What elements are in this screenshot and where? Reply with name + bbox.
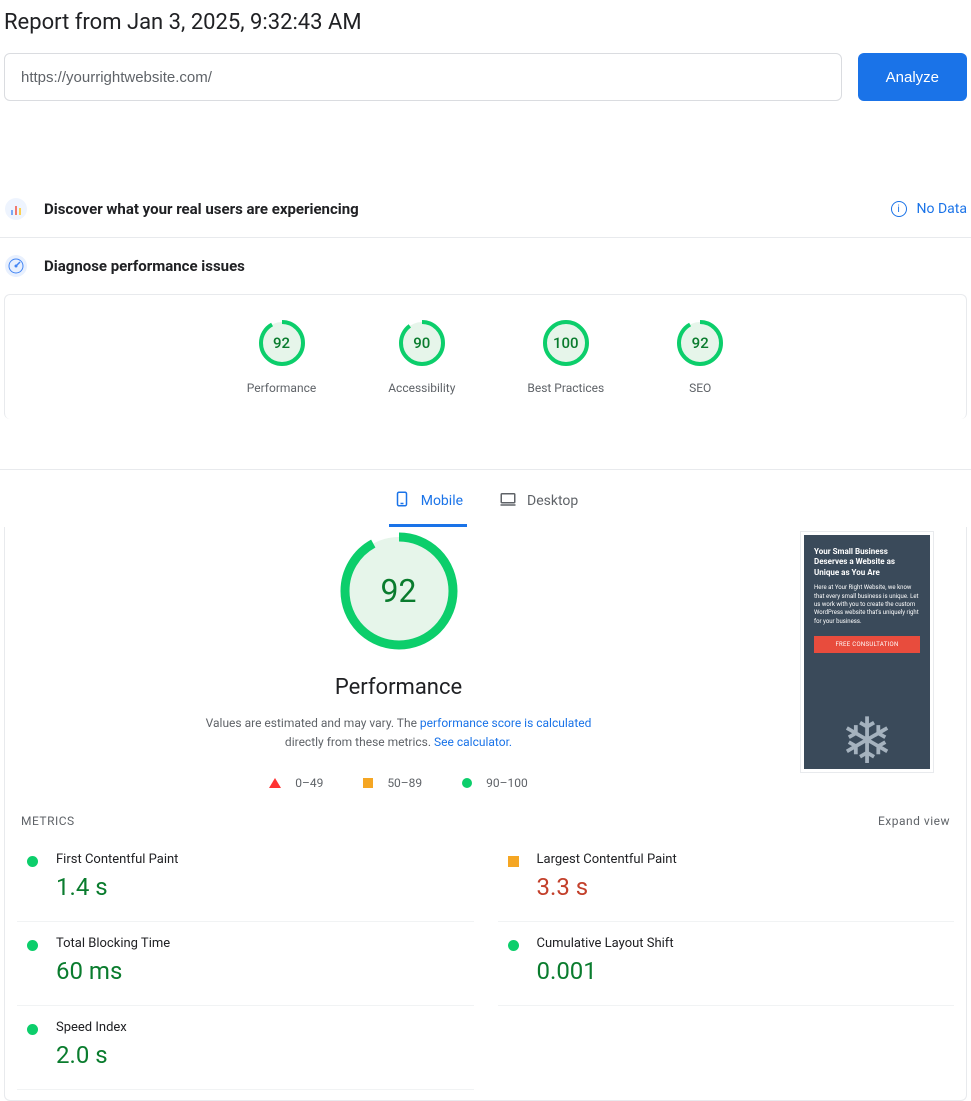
metric-value: 2.0 s [56, 1041, 127, 1069]
metric-value: 60 ms [56, 957, 170, 985]
performance-detail: 92 Performance Values are estimated and … [4, 527, 967, 1101]
gauge-best-practices[interactable]: 100 Best Practices [527, 319, 604, 395]
status-dot [27, 940, 38, 951]
diagnose-icon [4, 254, 28, 278]
status-dot [508, 940, 519, 951]
mobile-icon [393, 490, 411, 512]
tab-mobile[interactable]: Mobile [389, 484, 467, 527]
status-dot [508, 856, 519, 867]
gauge-score: 92 [273, 334, 290, 352]
calculator-link[interactable]: See calculator. [434, 735, 512, 749]
gauge-score: 100 [553, 334, 579, 352]
gauge-score: 92 [692, 334, 709, 352]
performance-score: 92 [381, 572, 417, 610]
tab-desktop[interactable]: Desktop [495, 484, 582, 527]
gauge-performance[interactable]: 92 Performance [247, 319, 316, 395]
metric-first-contentful-paint: First Contentful Paint 1.4 s [17, 838, 474, 922]
metrics-label: METRICS [21, 814, 75, 828]
discover-section: Discover what your real users are experi… [0, 181, 971, 238]
report-title: Report from Jan 3, 2025, 9:32:43 AM [4, 10, 967, 35]
metric-name: First Contentful Paint [56, 852, 178, 867]
info-icon: i [891, 201, 907, 217]
metric-largest-contentful-paint: Largest Contentful Paint 3.3 s [498, 838, 955, 922]
no-data-link[interactable]: i No Data [891, 201, 967, 217]
metric-value: 3.3 s [537, 873, 677, 901]
gauge-label: SEO [689, 381, 711, 395]
page-thumbnail: Your Small Business Deserves a Website a… [800, 531, 934, 773]
lighthouse-summary: 92 Performance 90 Accessibility 100 Best… [4, 294, 967, 419]
metric-cumulative-layout-shift: Cumulative Layout Shift 0.001 [498, 922, 955, 1006]
discover-icon [4, 197, 28, 221]
gauge-accessibility[interactable]: 90 Accessibility [388, 319, 455, 395]
gauge-seo[interactable]: 92 SEO [676, 319, 724, 395]
gauge-label: Accessibility [388, 381, 455, 395]
status-dot [27, 1024, 38, 1035]
metric-name: Total Blocking Time [56, 936, 170, 951]
gauge-score: 90 [413, 334, 430, 352]
no-data-label: No Data [917, 201, 967, 217]
performance-gauge: 92 [339, 531, 459, 651]
metric-name: Cumulative Layout Shift [537, 936, 674, 951]
circle-icon [462, 778, 472, 788]
metric-name: Speed Index [56, 1020, 127, 1035]
tab-desktop-label: Desktop [527, 493, 578, 509]
device-tabs: Mobile Desktop [0, 469, 971, 527]
status-dot [27, 856, 38, 867]
diagnose-title: Diagnose performance issues [44, 257, 245, 275]
metric-name: Largest Contentful Paint [537, 852, 677, 867]
metric-speed-index: Speed Index 2.0 s [17, 1006, 474, 1090]
snowflake-icon: ❄ [840, 704, 894, 769]
triangle-icon [269, 778, 281, 788]
performance-desc: Values are estimated and may vary. The p… [189, 714, 609, 752]
expand-view-link[interactable]: Expand view [878, 814, 950, 828]
gauge-label: Performance [247, 381, 316, 395]
diagnose-section: Diagnose performance issues [0, 238, 971, 294]
discover-title: Discover what your real users are experi… [44, 200, 359, 218]
url-input[interactable] [4, 53, 842, 101]
score-legend: 0–49 50–89 90–100 [269, 776, 528, 790]
metric-total-blocking-time: Total Blocking Time 60 ms [17, 922, 474, 1006]
analyze-button[interactable]: Analyze [858, 53, 967, 101]
tab-mobile-label: Mobile [421, 493, 463, 509]
desktop-icon [499, 490, 517, 512]
gauge-label: Best Practices [527, 381, 604, 395]
thumb-cta: FREE CONSULTATION [814, 636, 920, 653]
score-calc-link[interactable]: performance score is calculated [420, 716, 591, 730]
metric-value: 0.001 [537, 957, 674, 985]
square-icon [363, 778, 373, 788]
metric-value: 1.4 s [56, 873, 178, 901]
performance-label: Performance [335, 675, 462, 700]
